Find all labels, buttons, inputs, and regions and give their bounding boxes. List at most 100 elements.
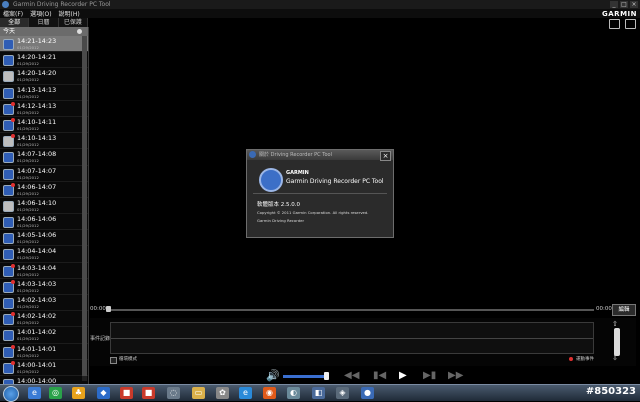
clip-list-item[interactable]: 14:20-14:2101/29/2012 xyxy=(0,52,88,68)
app-icon-12[interactable]: ◐ xyxy=(287,387,300,399)
clip-list-item[interactable]: 14:06-14:0701/29/2012 xyxy=(0,182,88,198)
volume-slider[interactable] xyxy=(283,375,327,378)
event-marker-icon xyxy=(569,357,573,361)
fullscreen-icon[interactable] xyxy=(625,19,636,29)
menu-options[interactable]: 選項(O) xyxy=(30,9,51,18)
about-dialog: 關於 Driving Recorder PC Tool × GARMIN Gar… xyxy=(246,149,394,238)
clip-list-item[interactable]: 14:02-14:0301/29/2012 xyxy=(0,295,88,311)
maximize-button[interactable]: □ xyxy=(620,1,628,8)
clip-list-item[interactable]: 14:01-14:0201/29/2012 xyxy=(0,327,88,343)
gforce-bar xyxy=(614,328,620,356)
menu-help[interactable]: 說明(H) xyxy=(59,9,80,18)
camera-icon xyxy=(3,152,14,163)
clip-list-item[interactable]: 14:21-14:2301/29/2012 xyxy=(0,36,88,52)
dialog-close-button[interactable]: × xyxy=(380,151,391,161)
edit-button[interactable]: 編輯 xyxy=(612,304,636,316)
recorder-taskbar-icon[interactable]: ● xyxy=(361,387,374,399)
app-icon-7[interactable]: ◌ xyxy=(167,387,180,399)
arrow-down-icon: ⇩ xyxy=(612,354,618,362)
clip-tabs: 全部 日曆 已保護 xyxy=(0,18,88,27)
gforce-indicator: ⇧ ⇩ xyxy=(607,320,627,364)
clip-time: 14:03-14:03 xyxy=(17,280,56,288)
tab-protected[interactable]: 已保護 xyxy=(59,18,88,27)
volume-icon[interactable]: 🔊 xyxy=(266,369,280,382)
timeline-track[interactable] xyxy=(106,309,594,311)
chrome-icon[interactable]: ◎ xyxy=(49,387,62,399)
camera-icon xyxy=(3,217,14,228)
event-flag-icon xyxy=(11,345,15,349)
dialog-product-name: Garmin Driving Recorder PC Tool xyxy=(286,178,384,185)
clip-date: 01/29/2012 xyxy=(17,288,39,293)
dialog-version: 軟體版本 2.5.0.0 xyxy=(257,200,300,208)
app-icon-5[interactable]: ■ xyxy=(120,387,133,399)
snapshot-icon[interactable] xyxy=(609,19,620,29)
close-window-button[interactable]: × xyxy=(630,1,638,8)
clip-list-item[interactable]: 14:06-14:1001/29/2012 xyxy=(0,198,88,214)
dialog-title-bar: 關於 Driving Recorder PC Tool × xyxy=(247,150,393,160)
clip-list-item[interactable]: 14:10-14:1101/29/2012 xyxy=(0,117,88,133)
clip-list-item[interactable]: 14:07-14:0701/29/2012 xyxy=(0,166,88,182)
camera-icon xyxy=(3,39,14,50)
clip-list-item[interactable]: 14:03-14:0301/29/2012 xyxy=(0,279,88,295)
play-icon[interactable]: ▶ xyxy=(399,370,407,381)
clip-date: 01/29/2012 xyxy=(17,304,39,309)
clip-list-item[interactable]: 14:00-14:0101/29/2012 xyxy=(0,360,88,376)
clip-time: 14:01-14:01 xyxy=(17,345,56,353)
timeline-knob[interactable] xyxy=(106,306,111,312)
app-icon-10[interactable]: e xyxy=(239,387,252,399)
app-icon-9[interactable]: ✿ xyxy=(216,387,229,399)
app-icon-14[interactable]: ◈ xyxy=(336,387,349,399)
camera-icon xyxy=(3,298,14,309)
folder-icon[interactable]: ▭ xyxy=(192,387,205,399)
clip-list-item[interactable]: 14:20-14:2001/29/2012 xyxy=(0,68,88,84)
window-controls: _ □ × xyxy=(610,1,638,8)
app-icon-4[interactable]: ◆ xyxy=(97,387,110,399)
clip-list-item[interactable]: 14:06-14:0601/29/2012 xyxy=(0,214,88,230)
tab-calendar[interactable]: 日曆 xyxy=(29,18,58,27)
previous-icon[interactable]: ▮◀ xyxy=(373,370,386,381)
clip-list-item[interactable]: 14:12-14:1301/29/2012 xyxy=(0,101,88,117)
event-flag-icon xyxy=(11,183,15,187)
event-flag-icon xyxy=(11,361,15,365)
clip-time: 14:05-14:06 xyxy=(17,231,56,239)
collapse-icon[interactable] xyxy=(77,29,82,34)
app-icon-13[interactable]: ◧ xyxy=(312,387,325,399)
clip-list-item[interactable]: 14:10-14:1301/29/2012 xyxy=(0,133,88,149)
clip-list-item[interactable]: 14:07-14:0801/29/2012 xyxy=(0,149,88,165)
clip-date: 01/29/2012 xyxy=(17,336,39,341)
clip-list-item[interactable]: 14:03-14:0401/29/2012 xyxy=(0,263,88,279)
ie-icon[interactable]: e xyxy=(28,387,41,399)
next-icon[interactable]: ▶▮ xyxy=(423,370,436,381)
clip-list-scrollbar[interactable] xyxy=(82,36,87,381)
clip-time: 14:00-14:01 xyxy=(17,361,56,369)
app-icon-6[interactable]: ■ xyxy=(142,387,155,399)
clip-list-item[interactable]: 14:05-14:0601/29/2012 xyxy=(0,230,88,246)
clip-list-item[interactable]: 14:04-14:0401/29/2012 xyxy=(0,246,88,262)
app-icon-3[interactable]: ♣ xyxy=(72,387,85,399)
rewind-icon[interactable]: ◀◀ xyxy=(344,370,359,381)
menu-file[interactable]: 檔案(F) xyxy=(3,9,23,18)
clip-list-item[interactable]: 14:13-14:1301/29/2012 xyxy=(0,85,88,101)
clip-time: 14:07-14:08 xyxy=(17,150,56,158)
scrollbar-thumb[interactable] xyxy=(82,36,87,376)
clip-list-item[interactable]: 14:01-14:0101/29/2012 xyxy=(0,344,88,360)
playback-controls: 🔊 ◀◀ ▮◀ ▶ ▶▮ ▶▶ xyxy=(90,368,636,384)
loop-mode-checkbox[interactable] xyxy=(110,357,117,364)
fast-forward-icon[interactable]: ▶▶ xyxy=(448,370,463,381)
clip-date: 01/29/2012 xyxy=(17,142,39,147)
event-flag-icon xyxy=(11,102,15,106)
tab-all[interactable]: 全部 xyxy=(0,18,29,27)
minimize-button[interactable]: _ xyxy=(610,1,618,8)
clip-date: 01/29/2012 xyxy=(17,45,39,50)
clip-list-item[interactable]: 14:02-14:0201/29/2012 xyxy=(0,311,88,327)
clip-time: 14:10-14:13 xyxy=(17,134,56,142)
clip-date: 01/29/2012 xyxy=(17,110,39,115)
firefox-icon[interactable]: ◉ xyxy=(263,387,276,399)
volume-knob[interactable] xyxy=(324,372,329,380)
clip-date: 01/29/2012 xyxy=(17,353,39,358)
dialog-divider xyxy=(253,193,387,194)
clip-time: 14:06-14:10 xyxy=(17,199,56,207)
clip-time: 14:02-14:02 xyxy=(17,312,56,320)
group-header[interactable]: 今天 xyxy=(0,27,88,36)
clip-date: 01/29/2012 xyxy=(17,175,39,180)
